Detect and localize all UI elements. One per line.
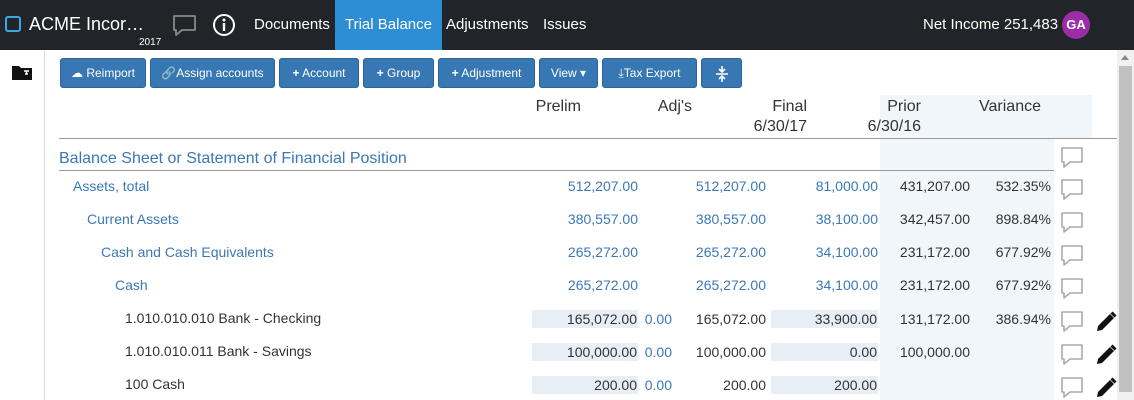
prior-value: 34,100.00 (815, 277, 878, 293)
prelim-value: 265,272.00 (567, 244, 638, 260)
variance-percent: 386.94% (995, 311, 1051, 327)
prior-value[interactable]: 200.00 (780, 377, 877, 393)
fiscal-year: 2017 (139, 37, 162, 48)
col-final[interactable]: Final (740, 98, 807, 116)
collapse-icon (715, 65, 728, 82)
final-value: 265,272.00 (695, 244, 766, 260)
col-prior[interactable]: Prior (860, 98, 921, 116)
row-label[interactable]: Assets, total (73, 178, 149, 194)
nav-trial-balance[interactable]: Trial Balance (335, 0, 442, 50)
company-title[interactable]: ACME Incor… (29, 14, 144, 35)
comment-icon[interactable] (1060, 178, 1085, 202)
pencil-icon[interactable] (1094, 343, 1118, 367)
final-value: 265,272.00 (695, 277, 766, 293)
variance-percent: 677.92% (995, 277, 1051, 293)
prelim-value: 512,207.00 (567, 178, 638, 194)
collapse-rows-button[interactable] (701, 58, 742, 88)
row-label[interactable]: Cash and Cash Equivalents (101, 244, 274, 260)
net-income: Net Income 251,483 (923, 16, 1059, 33)
variance-percent: 532.35% (995, 178, 1051, 194)
variance-percent: 677.92% (995, 244, 1051, 260)
comments-icon[interactable] (172, 14, 198, 38)
prior-value[interactable]: 0.00 (780, 344, 877, 360)
prelim-value: 380,557.00 (567, 211, 638, 227)
prelim-value[interactable]: 165,072.00 (540, 311, 637, 327)
comment-icon[interactable] (1060, 244, 1085, 268)
final-value: 512,207.00 (695, 178, 766, 194)
scroll-up-icon[interactable] (1121, 55, 1129, 60)
avatar[interactable]: GA (1062, 11, 1090, 39)
link-icon: 🔗 (161, 66, 177, 80)
comment-icon[interactable] (1060, 211, 1085, 235)
reimport-button[interactable]: ☁ Reimport (60, 58, 146, 88)
section-divider (59, 170, 1054, 171)
nav-adjustments[interactable]: Adjustments (436, 0, 539, 50)
prelim-value[interactable]: 100,000.00 (540, 344, 637, 360)
tax-export-button[interactable]: ⤓Tax Export (602, 58, 697, 88)
row-label[interactable]: 1.010.010.010 Bank - Checking (125, 310, 321, 326)
prelim-value: 265,272.00 (567, 277, 638, 293)
folder-icon[interactable] (12, 64, 32, 81)
caret-down-icon: ▾ (580, 66, 587, 80)
final-value: 100,000.00 (695, 344, 766, 360)
comment-icon[interactable] (1060, 146, 1085, 170)
comment-icon[interactable] (1060, 310, 1085, 334)
variance-value: 431,207.00 (899, 178, 970, 194)
row-label[interactable]: 1.010.010.011 Bank - Savings (125, 343, 312, 359)
variance-value: 100,000.00 (899, 344, 970, 360)
variance-value: 342,457.00 (899, 211, 970, 227)
final-value: 380,557.00 (695, 211, 766, 227)
left-sidebar (0, 50, 45, 400)
final-value: 165,072.00 (695, 311, 766, 327)
assign-accounts-button[interactable]: 🔗Assign accounts (150, 58, 275, 88)
view-dropdown[interactable]: View ▾ (539, 58, 598, 88)
adj-value[interactable]: 0.00 (640, 311, 672, 327)
app-logo-icon[interactable] (5, 16, 21, 32)
section-title[interactable]: Balance Sheet or Statement of Financial … (59, 150, 407, 168)
adj-value[interactable]: 0.00 (640, 377, 672, 393)
prelim-value[interactable]: 200.00 (540, 377, 637, 393)
row-label[interactable]: Cash (115, 277, 148, 293)
col-prior-date: 6/30/16 (867, 118, 921, 135)
row-label[interactable]: Current Assets (87, 211, 179, 227)
info-icon[interactable] (212, 13, 236, 37)
comment-icon[interactable] (1060, 376, 1085, 400)
header-divider (59, 138, 1117, 139)
col-prelim[interactable]: Prelim (520, 98, 581, 116)
plus-icon: + (292, 66, 300, 80)
nav-issues[interactable]: Issues (533, 0, 596, 50)
final-value: 200.00 (723, 377, 766, 393)
cloud-upload-icon: ☁ (70, 66, 83, 80)
add-adjustment-button[interactable]: + Adjustment (438, 58, 535, 88)
top-navbar: ACME Incor… 2017 Documents Trial Balance… (0, 0, 1134, 50)
scrollbar-thumb[interactable] (1119, 66, 1132, 392)
row-label[interactable]: 100 Cash (125, 376, 185, 392)
variance-percent: 898.84% (995, 211, 1051, 227)
variance-value: 131,172.00 (899, 311, 970, 327)
col-adjs[interactable]: Adj's (640, 98, 692, 116)
add-account-button[interactable]: + Account (279, 58, 359, 88)
comment-icon[interactable] (1060, 343, 1085, 367)
pencil-icon[interactable] (1094, 310, 1118, 334)
prior-value[interactable]: 33,900.00 (780, 311, 877, 327)
variance-value: 231,172.00 (899, 244, 970, 260)
prior-value: 34,100.00 (815, 244, 878, 260)
adj-value[interactable]: 0.00 (640, 344, 672, 360)
pencil-icon[interactable] (1094, 376, 1118, 400)
add-group-button[interactable]: + Group (363, 58, 434, 88)
prior-value: 38,100.00 (815, 211, 878, 227)
nav-documents[interactable]: Documents (244, 0, 340, 50)
col-variance[interactable]: Variance (960, 98, 1041, 116)
variance-value: 231,172.00 (899, 277, 970, 293)
col-final-date: 6/30/17 (753, 118, 807, 135)
prior-value: 81,000.00 (815, 178, 878, 194)
comment-icon[interactable] (1060, 277, 1085, 301)
plus-icon: + (451, 66, 459, 80)
plus-icon: + (376, 66, 384, 80)
